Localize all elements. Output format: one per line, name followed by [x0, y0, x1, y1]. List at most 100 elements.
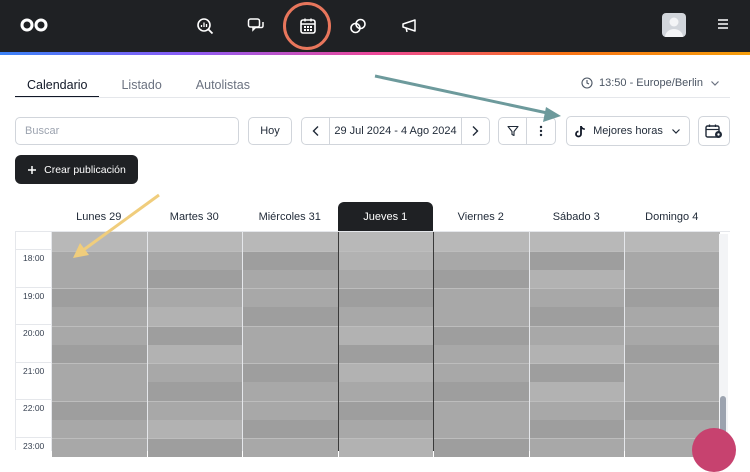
tab-calendario[interactable]: Calendario [15, 74, 100, 98]
time-slot[interactable] [625, 288, 720, 307]
day-header[interactable]: Lunes 29 [51, 202, 147, 231]
time-slot[interactable] [338, 363, 433, 382]
time-slot[interactable] [338, 232, 433, 251]
megaphone-icon[interactable] [398, 14, 422, 38]
hamburger-menu-icon[interactable] [716, 17, 730, 31]
time-slot[interactable] [625, 382, 720, 401]
time-slot[interactable] [625, 250, 720, 270]
time-slot[interactable] [147, 307, 242, 326]
time-slot[interactable] [434, 269, 529, 289]
time-slot[interactable] [434, 325, 529, 345]
time-slot[interactable] [529, 382, 624, 401]
day-header[interactable]: Sábado 3 [529, 202, 625, 231]
time-slot[interactable] [147, 250, 242, 270]
best-hours-dropdown[interactable]: Mejores horas [566, 116, 690, 146]
time-slot[interactable] [243, 438, 338, 457]
time-slot[interactable] [625, 344, 720, 364]
time-slot[interactable] [529, 307, 624, 326]
time-slot[interactable] [243, 250, 338, 270]
time-slot[interactable] [243, 382, 338, 401]
tab-listado[interactable]: Listado [109, 74, 173, 98]
time-slot[interactable] [625, 363, 720, 382]
time-slot[interactable] [434, 419, 529, 439]
time-slot[interactable] [243, 288, 338, 307]
time-slot[interactable] [338, 438, 433, 457]
time-slot[interactable] [147, 363, 242, 382]
time-slot[interactable] [434, 382, 529, 401]
time-slot[interactable] [529, 288, 624, 307]
day-header[interactable]: Martes 30 [147, 202, 243, 231]
time-slot[interactable] [529, 419, 624, 439]
time-slot[interactable] [243, 400, 338, 420]
time-slot[interactable] [434, 363, 529, 382]
tab-autolistas[interactable]: Autolistas [184, 74, 262, 98]
today-button[interactable]: Hoy [248, 117, 292, 145]
time-slot[interactable] [147, 325, 242, 345]
time-slot[interactable] [529, 232, 624, 251]
search-field[interactable] [15, 117, 239, 145]
time-slot[interactable] [243, 269, 338, 289]
time-slot[interactable] [625, 269, 720, 289]
time-slot[interactable] [338, 400, 433, 420]
time-slot[interactable] [529, 250, 624, 270]
time-slot[interactable] [147, 419, 242, 439]
time-slot[interactable] [338, 307, 433, 326]
logo-icon[interactable] [20, 18, 48, 32]
time-slot[interactable] [147, 344, 242, 364]
time-slot[interactable] [243, 232, 338, 251]
time-slot[interactable] [434, 438, 529, 457]
day-column[interactable] [433, 232, 529, 457]
links-icon[interactable] [346, 14, 370, 38]
time-slot[interactable] [529, 269, 624, 289]
day-column[interactable] [242, 232, 338, 457]
time-slot[interactable] [52, 344, 147, 364]
time-slot[interactable] [529, 325, 624, 345]
time-slot[interactable] [529, 344, 624, 364]
time-slot[interactable] [625, 400, 720, 420]
time-slot[interactable] [52, 250, 147, 270]
time-slot[interactable] [52, 400, 147, 420]
time-slot[interactable] [52, 382, 147, 401]
day-header[interactable]: Jueves 1 [337, 202, 433, 231]
day-column[interactable] [624, 232, 720, 457]
time-slot[interactable] [52, 288, 147, 307]
date-range-label[interactable]: 29 Jul 2024 - 4 Ago 2024 [334, 125, 456, 137]
time-slot[interactable] [529, 363, 624, 382]
time-slot[interactable] [434, 250, 529, 270]
analytics-icon[interactable] [193, 14, 217, 38]
time-slot[interactable] [243, 325, 338, 345]
time-slot[interactable] [529, 438, 624, 457]
time-slot[interactable] [147, 232, 242, 251]
time-slot[interactable] [147, 382, 242, 401]
time-slot[interactable] [147, 288, 242, 307]
timezone-selector[interactable]: 13:50 - Europe/Berlin [581, 77, 721, 89]
search-input[interactable] [25, 125, 238, 137]
day-column[interactable] [51, 232, 147, 457]
time-slot[interactable] [434, 400, 529, 420]
time-slot[interactable] [52, 232, 147, 251]
user-avatar[interactable] [662, 13, 686, 37]
day-column[interactable] [146, 232, 242, 457]
time-slot[interactable] [243, 307, 338, 326]
time-slot[interactable] [434, 232, 529, 251]
time-slot[interactable] [338, 250, 433, 270]
time-slot[interactable] [52, 325, 147, 345]
day-header[interactable]: Domingo 4 [624, 202, 720, 231]
day-column[interactable] [528, 232, 624, 457]
time-slot[interactable] [147, 438, 242, 457]
time-slot[interactable] [52, 269, 147, 289]
day-header[interactable]: Miércoles 31 [242, 202, 338, 231]
time-slot[interactable] [529, 400, 624, 420]
previous-week-button[interactable] [302, 118, 330, 144]
time-slot[interactable] [243, 344, 338, 364]
day-column[interactable] [337, 232, 433, 457]
time-slot[interactable] [52, 363, 147, 382]
filter-button[interactable] [499, 118, 527, 144]
chat-widget-button[interactable] [692, 428, 736, 472]
time-slot[interactable] [338, 325, 433, 345]
time-slot[interactable] [625, 307, 720, 326]
next-week-button[interactable] [460, 118, 489, 144]
time-slot[interactable] [338, 269, 433, 289]
time-slot[interactable] [52, 419, 147, 439]
time-slot[interactable] [338, 288, 433, 307]
